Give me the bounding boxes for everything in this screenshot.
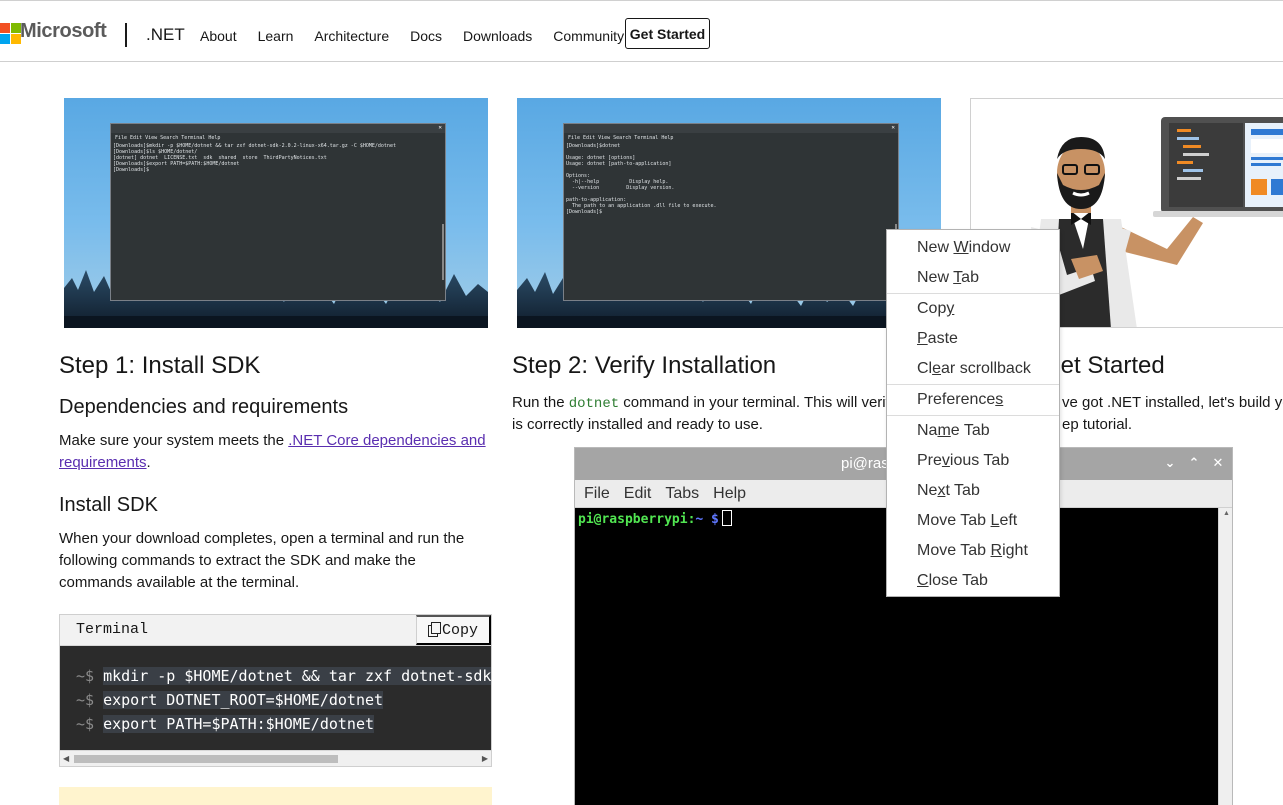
- step3-text: ve got .NET installed, let's build yo: [1062, 394, 1283, 411]
- mini-terminal-1-output: [Downloads]$mkdir -p $HOME/dotnet && tar…: [113, 143, 396, 173]
- window-title: pi@ras: [841, 455, 889, 472]
- close-icon: ✕: [438, 124, 442, 131]
- deps-text: Make sure your system meets the .NET Cor…: [59, 432, 486, 471]
- menu-item-new-window[interactable]: New Window: [887, 233, 1059, 263]
- dotnet-inline-code: dotnet: [568, 396, 620, 412]
- menu-item-move-tab-left[interactable]: Move Tab Left: [887, 506, 1059, 536]
- install-sdk-screenshot: ✕ File Edit View Search Terminal Help [D…: [64, 98, 488, 328]
- chevron-up-icon[interactable]: ⌃: [1187, 455, 1201, 471]
- chevron-down-icon[interactable]: ⌄: [1163, 455, 1177, 471]
- close-icon: ✕: [891, 124, 895, 131]
- code-block-body[interactable]: ~$ mkdir -p $HOME/dotnet && tar zxf dotn…: [60, 646, 491, 750]
- code-line: ~$ export DOTNET_ROOT=$HOME/dotnet: [76, 691, 384, 709]
- nav-learn[interactable]: Learn: [258, 28, 294, 44]
- step3-title: Get Started: [1042, 352, 1165, 379]
- code-line: ~$ mkdir -p $HOME/dotnet && tar zxf dotn…: [76, 664, 491, 688]
- nav-community[interactable]: Community: [553, 28, 624, 44]
- menu-item-clear-scrollback[interactable]: Clear scrollback: [887, 354, 1059, 384]
- scroll-right-icon[interactable]: ▶: [482, 754, 488, 763]
- menu-file[interactable]: File: [584, 480, 610, 507]
- menu-edit[interactable]: Edit: [624, 480, 652, 507]
- site-header: Microsoft .NET About Learn Architecture …: [0, 1, 1283, 62]
- nav-docs[interactable]: Docs: [410, 28, 442, 44]
- close-icon[interactable]: ✕: [1211, 455, 1225, 471]
- step3-text-line2: ep tutorial.: [1062, 416, 1133, 433]
- menu-help[interactable]: Help: [713, 480, 746, 507]
- terminal-context-menu: New Window New Tab Copy Paste Clear scro…: [886, 229, 1060, 597]
- horizontal-scrollbar[interactable]: ◀ ▶: [60, 750, 491, 766]
- menu-item-previous-tab[interactable]: Previous Tab: [887, 446, 1059, 476]
- microsoft-logo-text[interactable]: Microsoft: [20, 20, 107, 43]
- copy-icon: [427, 621, 441, 637]
- mini-terminal-2-output: [Downloads]$dotnet Usage: dotnet [option…: [566, 143, 717, 215]
- code-block-title: Terminal: [76, 621, 149, 638]
- note-box: [59, 787, 492, 805]
- menu-item-paste[interactable]: Paste: [887, 324, 1059, 354]
- copy-button[interactable]: Copy: [416, 615, 491, 645]
- main-nav: About Learn Architecture Docs Downloads …: [200, 28, 645, 44]
- scroll-up-icon[interactable]: ▲: [1223, 510, 1230, 517]
- terminal-code-block: Terminal Copy ~$ mkdir -p $HOME/dotnet &…: [59, 614, 492, 767]
- nav-architecture[interactable]: Architecture: [314, 28, 389, 44]
- mini-terminal-1: ✕ File Edit View Search Terminal Help [D…: [110, 123, 446, 301]
- vertical-scrollbar[interactable]: ▲: [1218, 508, 1232, 805]
- nav-about[interactable]: About: [200, 28, 237, 44]
- menu-item-move-tab-right[interactable]: Move Tab Right: [887, 536, 1059, 566]
- menu-item-new-tab[interactable]: New Tab: [887, 263, 1059, 293]
- step1-title: Step 1: Install SDK: [59, 352, 261, 379]
- get-started-button[interactable]: Get Started: [625, 18, 710, 49]
- step2-text: Run the dotnet command in your terminal.…: [512, 394, 890, 412]
- install-sdk-heading: Install SDK: [59, 494, 158, 516]
- microsoft-logo-icon[interactable]: [0, 23, 21, 44]
- nav-downloads[interactable]: Downloads: [463, 28, 532, 44]
- verify-installation-screenshot: ✕ File Edit View Search Terminal Help [D…: [517, 98, 941, 328]
- deps-heading: Dependencies and requirements: [59, 396, 349, 418]
- menu-item-copy[interactable]: Copy: [887, 294, 1059, 324]
- terminal-cursor: [721, 510, 732, 526]
- menu-item-next-tab[interactable]: Next Tab: [887, 476, 1059, 506]
- menu-item-close-tab[interactable]: Close Tab: [887, 566, 1059, 596]
- install-sdk-text: When your download completes, open a ter…: [59, 530, 465, 591]
- code-block-header: Terminal Copy: [60, 615, 491, 646]
- menu-item-name-tab[interactable]: Name Tab: [887, 416, 1059, 446]
- menu-tabs[interactable]: Tabs: [665, 480, 699, 507]
- code-line: ~$ export PATH=$PATH:$HOME/dotnet: [76, 715, 375, 733]
- step2-text-line2: is correctly installed and ready to use.: [512, 416, 763, 433]
- scrollbar-thumb[interactable]: [74, 755, 338, 763]
- scroll-left-icon[interactable]: ◀: [63, 754, 69, 763]
- dotnet-brand[interactable]: .NET: [146, 25, 185, 45]
- menu-item-preferences[interactable]: Preferences: [887, 385, 1059, 415]
- header-divider: [125, 23, 127, 47]
- mini-terminal-2: ✕ File Edit View Search Terminal Help [D…: [563, 123, 899, 301]
- step2-title: Step 2: Verify Installation: [512, 352, 777, 379]
